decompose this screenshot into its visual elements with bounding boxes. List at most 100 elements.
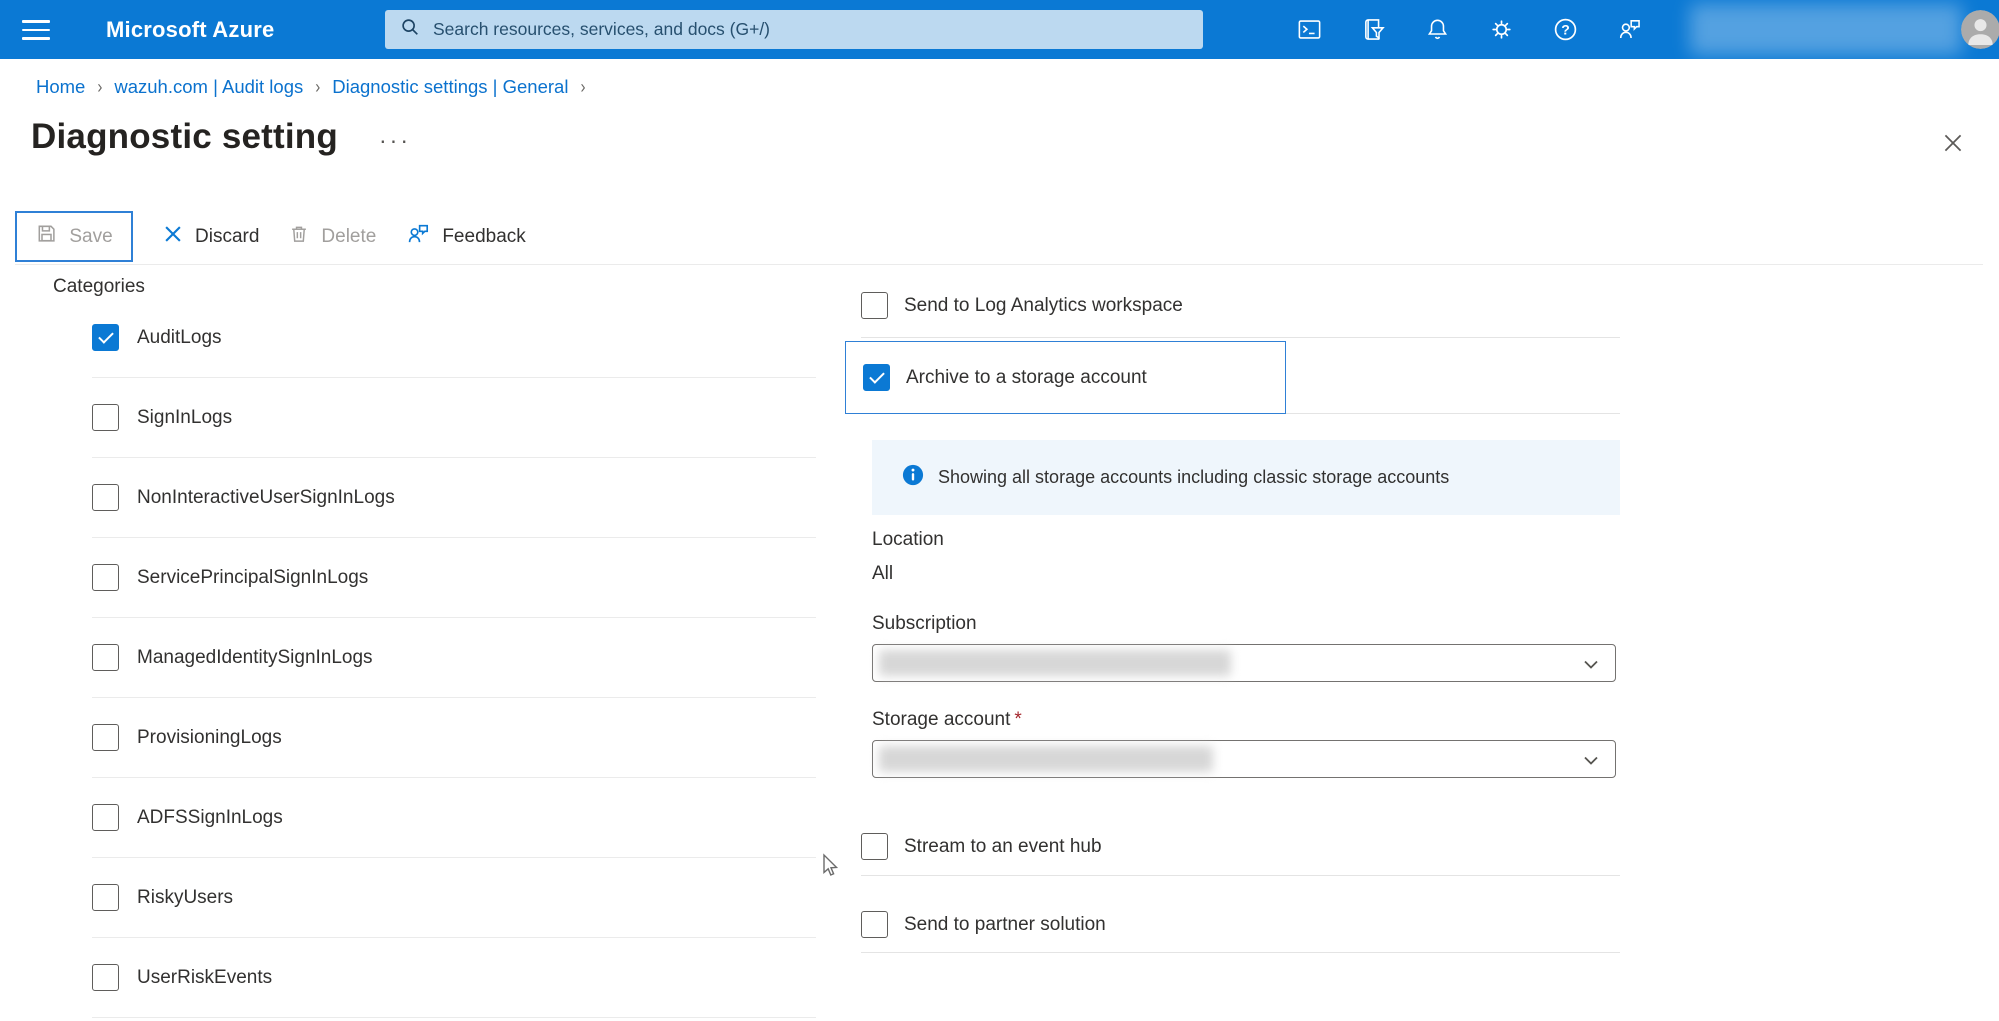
destination-divider	[861, 875, 1620, 876]
discard-button[interactable]: Discard	[162, 223, 259, 251]
provisioninglogs-checkbox[interactable]	[92, 724, 119, 751]
breadcrumb-separator-icon: ›	[315, 76, 320, 97]
category-row-noninteractiveusersigninlogs: NonInteractiveUserSignInLogs	[92, 458, 816, 538]
page-title: Diagnostic setting	[31, 117, 338, 157]
log-analytics-row: Send to Log Analytics workspace	[861, 292, 1183, 319]
blurred-subscription-value	[879, 650, 1231, 676]
required-marker: *	[1014, 709, 1021, 730]
userriskevents-checkbox[interactable]	[92, 964, 119, 991]
archive-storage-row: Archive to a storage account	[845, 341, 1286, 414]
archive-storage-label: Archive to a storage account	[906, 367, 1147, 389]
brand-title[interactable]: Microsoft Azure	[106, 0, 274, 59]
partner-solution-row: Send to partner solution	[861, 911, 1106, 938]
archive-storage-checkbox[interactable]	[863, 364, 890, 391]
category-row-adfssigninlogs: ADFSSignInLogs	[92, 778, 816, 858]
breadcrumb-diagnostic-settings[interactable]: Diagnostic settings | General	[332, 76, 568, 98]
topbar-icon-group: ?	[1296, 0, 1643, 59]
info-banner: Showing all storage accounts including c…	[872, 440, 1620, 515]
blurred-account-info	[1690, 4, 1962, 55]
auditlogs-checkbox[interactable]	[92, 324, 119, 351]
category-row-signinlogs: SignInLogs	[92, 378, 816, 458]
category-label: ADFSSignInLogs	[137, 807, 283, 829]
feedback-label: Feedback	[442, 226, 525, 248]
chevron-down-icon	[1579, 748, 1603, 777]
chevron-down-icon	[1579, 652, 1603, 681]
log-analytics-checkbox[interactable]	[861, 292, 888, 319]
breadcrumb-home[interactable]: Home	[36, 76, 85, 98]
subscription-dropdown[interactable]	[872, 644, 1616, 682]
category-label: SignInLogs	[137, 407, 232, 429]
signinlogs-checkbox[interactable]	[92, 404, 119, 431]
toolbar-divider	[15, 264, 1983, 265]
category-row-provisioninglogs: ProvisioningLogs	[92, 698, 816, 778]
breadcrumb-separator-icon: ›	[580, 76, 585, 97]
delete-button[interactable]: Delete	[288, 223, 376, 251]
category-row-userriskevents: UserRiskEvents	[92, 938, 816, 1018]
event-hub-row: Stream to an event hub	[861, 833, 1102, 860]
help-icon[interactable]: ?	[1552, 16, 1579, 43]
svg-text:?: ?	[1561, 21, 1570, 37]
managedidentitysigninlogs-checkbox[interactable]	[92, 644, 119, 671]
discard-label: Discard	[195, 226, 259, 248]
notifications-icon[interactable]	[1424, 16, 1451, 43]
info-banner-text: Showing all storage accounts including c…	[938, 467, 1449, 488]
category-label: RiskyUsers	[137, 887, 233, 909]
location-label: Location	[872, 529, 944, 551]
trash-icon	[288, 223, 310, 251]
search-icon	[399, 16, 421, 43]
partner-solution-label: Send to partner solution	[904, 914, 1106, 936]
feedback-icon[interactable]	[1616, 16, 1643, 43]
blurred-storage-account-value	[879, 746, 1213, 772]
delete-label: Delete	[321, 226, 376, 248]
destination-divider	[861, 337, 1620, 338]
category-row-managedidentitysigninlogs: ManagedIdentitySignInLogs	[92, 618, 816, 698]
category-label: AuditLogs	[137, 327, 222, 349]
category-row-auditlogs: AuditLogs	[92, 298, 816, 378]
category-label: UserRiskEvents	[137, 967, 272, 989]
global-search[interactable]	[385, 10, 1203, 49]
settings-icon[interactable]	[1488, 16, 1515, 43]
categories-list: AuditLogs SignInLogs NonInteractiveUserS…	[92, 298, 816, 1018]
save-button[interactable]: Save	[15, 211, 133, 262]
category-label: ProvisioningLogs	[137, 727, 282, 749]
save-icon	[35, 222, 58, 251]
partner-solution-checkbox[interactable]	[861, 911, 888, 938]
breadcrumb-separator-icon: ›	[97, 76, 102, 97]
command-bar: Save Discard Delete Feedback	[15, 209, 526, 264]
cloud-shell-icon[interactable]	[1296, 16, 1323, 43]
serviceprincipalsigninlogs-checkbox[interactable]	[92, 564, 119, 591]
location-value: All	[872, 563, 893, 585]
storage-account-dropdown[interactable]	[872, 740, 1616, 778]
event-hub-checkbox[interactable]	[861, 833, 888, 860]
feedback-person-icon	[405, 221, 431, 253]
category-label: ManagedIdentitySignInLogs	[137, 647, 373, 669]
storage-account-label: Storage account*	[872, 709, 1022, 731]
directory-filter-icon[interactable]	[1360, 16, 1387, 43]
destination-divider	[861, 952, 1620, 953]
breadcrumb-audit-logs[interactable]: wazuh.com | Audit logs	[114, 76, 303, 98]
category-label: NonInteractiveUserSignInLogs	[137, 487, 395, 509]
azure-top-bar: Microsoft Azure ?	[0, 0, 1999, 59]
destination-divider	[1286, 413, 1620, 414]
close-icon[interactable]	[1938, 128, 1968, 158]
hamburger-icon[interactable]	[22, 15, 68, 45]
categories-heading: Categories	[53, 276, 145, 298]
feedback-button[interactable]: Feedback	[405, 221, 525, 253]
discard-x-icon	[162, 223, 184, 251]
category-row-riskyusers: RiskyUsers	[92, 858, 816, 938]
adfssigninlogs-checkbox[interactable]	[92, 804, 119, 831]
subscription-label: Subscription	[872, 613, 977, 635]
event-hub-label: Stream to an event hub	[904, 836, 1102, 858]
breadcrumb: Home › wazuh.com | Audit logs › Diagnost…	[36, 76, 585, 98]
riskyusers-checkbox[interactable]	[92, 884, 119, 911]
search-input[interactable]	[431, 18, 1189, 41]
noninteractiveusersigninlogs-checkbox[interactable]	[92, 484, 119, 511]
title-overflow-menu[interactable]: ···	[379, 127, 411, 154]
category-label: ServicePrincipalSignInLogs	[137, 567, 368, 589]
save-label: Save	[69, 226, 112, 248]
log-analytics-label: Send to Log Analytics workspace	[904, 295, 1183, 317]
avatar[interactable]	[1961, 10, 1999, 49]
mouse-cursor	[819, 853, 843, 884]
category-row-serviceprincipalsigninlogs: ServicePrincipalSignInLogs	[92, 538, 816, 618]
info-icon	[902, 464, 924, 491]
